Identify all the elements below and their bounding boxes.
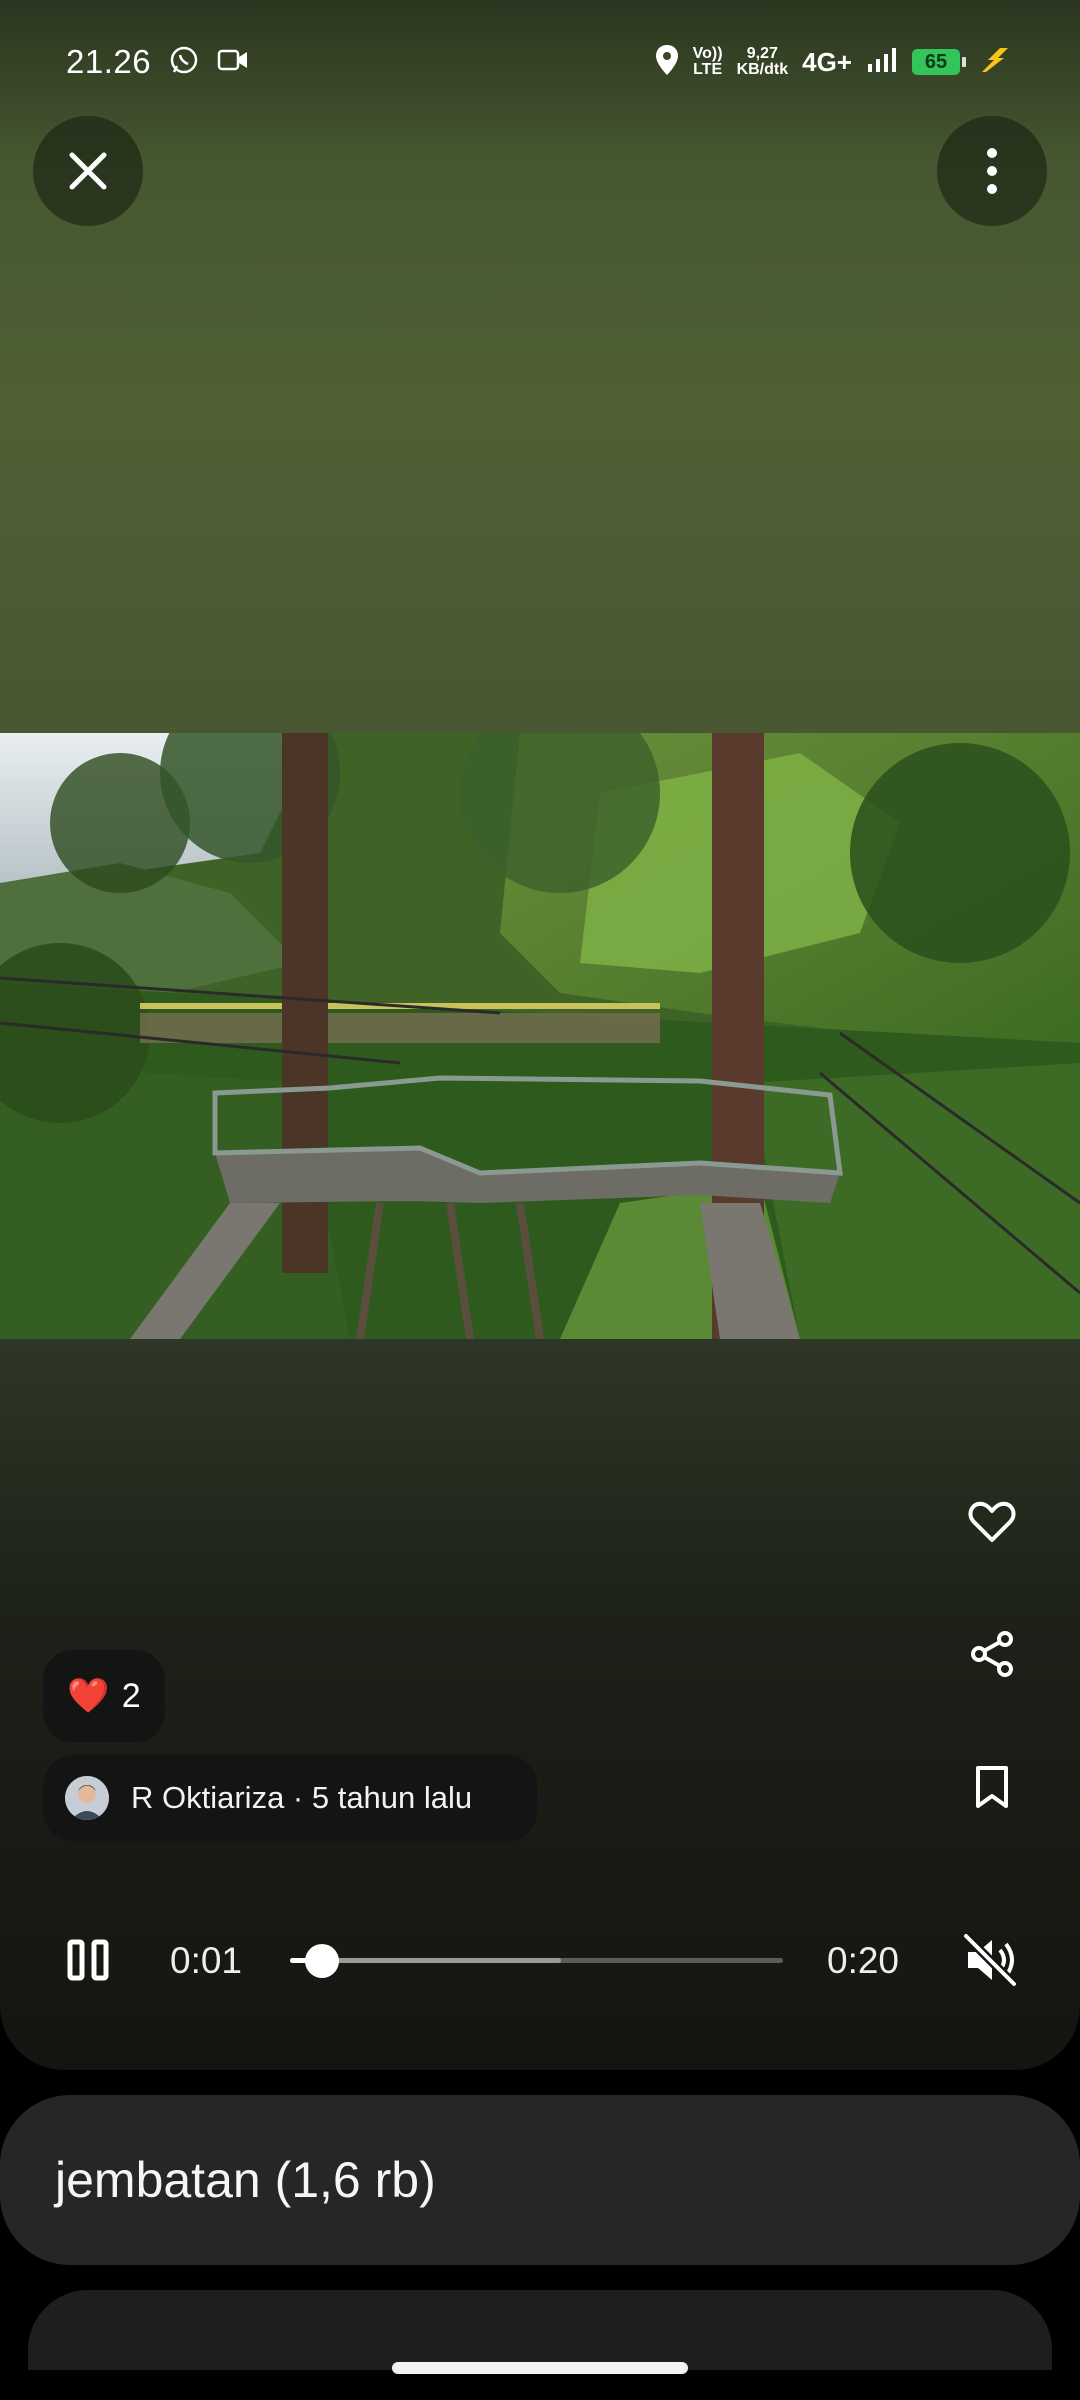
video-camera-icon — [217, 47, 249, 78]
related-search-label: jembatan (1,6 rb) — [55, 2152, 436, 2208]
likes-count: 2 — [121, 1676, 141, 1715]
seek-thumb[interactable] — [305, 1944, 340, 1978]
pause-icon — [67, 1939, 109, 1981]
clock: 21.26 — [66, 43, 152, 80]
volte-indicator: Vo)) LTE — [693, 46, 723, 78]
current-time: 0:01 — [170, 1940, 243, 1981]
more-options-button[interactable] — [937, 116, 1047, 226]
related-search-card[interactable]: jembatan (1,6 rb) — [0, 2095, 1080, 2265]
like-button[interactable] — [950, 1480, 1034, 1564]
likes-emoji: ❤️ — [67, 1677, 110, 1715]
close-icon — [69, 152, 107, 190]
heart-icon — [968, 1501, 1016, 1542]
seek-bar[interactable] — [290, 1944, 783, 1978]
avatar — [65, 1776, 109, 1820]
close-button[interactable] — [33, 116, 143, 226]
home-indicator[interactable] — [392, 2362, 688, 2374]
duration: 0:20 — [827, 1940, 900, 1981]
location-icon — [655, 44, 679, 81]
share-icon — [971, 1631, 1013, 1677]
network-type: 4G+ — [802, 46, 852, 77]
volume-off-icon — [962, 1932, 1018, 1988]
lte-label: LTE — [693, 61, 723, 78]
video-controls: 0:01 0:20 — [0, 1920, 1080, 2000]
charging-icon — [974, 46, 1014, 79]
whatsapp-icon — [169, 45, 199, 80]
mute-button[interactable] — [960, 1930, 1020, 1990]
volte-label: Vo)) — [692, 45, 723, 62]
pause-button[interactable] — [66, 1938, 110, 1982]
status-right: Vo)) LTE 9,27 KB/dtk 4G+ 65 — [655, 44, 1014, 81]
bookmark-button[interactable] — [950, 1745, 1034, 1829]
author-info: R Oktiariza · 5 tahun lalu — [131, 1780, 473, 1815]
author-chip[interactable]: R Oktiariza · 5 tahun lalu — [43, 1755, 537, 1841]
status-bar: 21.26 Vo)) LTE 9,27 KB/dtk 4G+ 65 — [0, 0, 1080, 124]
network-speed: 9,27 KB/dtk — [737, 46, 789, 78]
bookmark-icon — [976, 1766, 1008, 1808]
next-card-peek[interactable] — [28, 2290, 1052, 2370]
battery-icon: 65 — [912, 49, 966, 75]
media-viewer: 21.26 Vo)) LTE 9,27 KB/dtk 4G+ 65 ❤️ 2 R… — [0, 0, 1080, 2070]
bridge-photo-image — [0, 733, 1080, 1339]
likes-chip[interactable]: ❤️ 2 — [43, 1650, 165, 1742]
status-left: 21.26 — [66, 43, 249, 81]
media-photo[interactable] — [0, 733, 1080, 1339]
share-button[interactable] — [950, 1612, 1034, 1696]
more-vert-icon — [987, 148, 997, 194]
signal-icon — [866, 46, 898, 79]
speed-unit: KB/dtk — [736, 61, 789, 78]
speed-value: 9,27 — [746, 45, 778, 62]
